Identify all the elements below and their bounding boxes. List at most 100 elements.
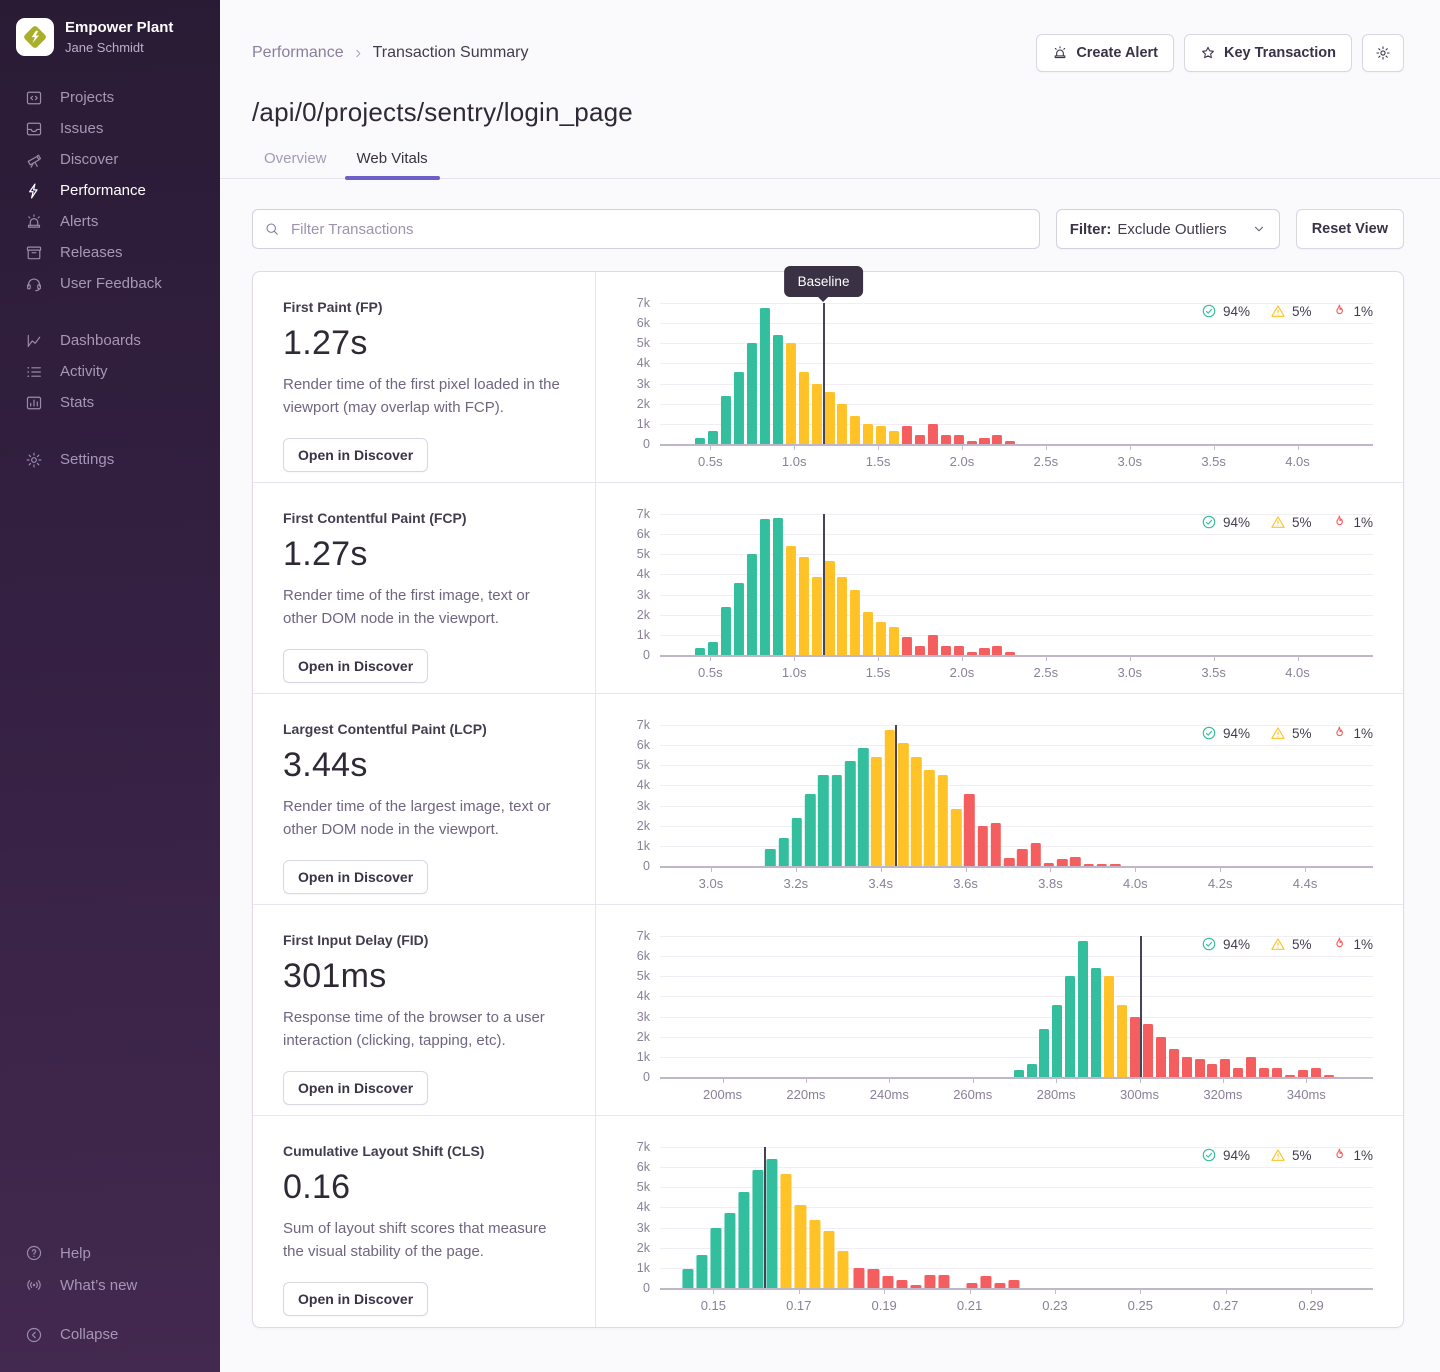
sidebar-item-dashboards[interactable]: Dashboards [0, 325, 220, 356]
y-axis-label: 3k [637, 799, 650, 813]
sidebar-item-label: Discover [60, 151, 118, 168]
histogram-bar [850, 416, 860, 444]
x-axis-label: 3.5s [1201, 665, 1226, 680]
histogram-bar [1044, 863, 1054, 866]
y-axis-label: 5k [637, 547, 650, 561]
gridline [660, 765, 1373, 766]
filter-dropdown[interactable]: Filter: Exclude Outliers [1056, 209, 1280, 249]
reset-view-button[interactable]: Reset View [1296, 209, 1404, 249]
legend-good: 94% [1201, 725, 1250, 741]
histogram-bar [1065, 976, 1075, 1077]
x-axis-line [660, 1288, 1373, 1290]
histogram-bar [954, 435, 964, 444]
histogram-bar [1052, 1005, 1062, 1078]
sidebar-item-issues[interactable]: Issues [0, 113, 220, 144]
sidebar-item-stats[interactable]: Stats [0, 387, 220, 418]
gridline [660, 1017, 1373, 1018]
x-axis-label: 2.0s [950, 454, 975, 469]
histogram-bar [786, 546, 796, 655]
sidebar-item-discover[interactable]: Discover [0, 144, 220, 175]
sidebar-item-settings[interactable]: Settings [0, 444, 220, 475]
key-transaction-button[interactable]: Key Transaction [1184, 34, 1352, 72]
sidebar-item-label: Issues [60, 120, 103, 137]
histogram-bar [708, 642, 718, 655]
tab-overview[interactable]: Overview [252, 145, 339, 178]
performance-icon [25, 182, 43, 200]
histogram-bar [767, 1159, 778, 1288]
histogram-bar [911, 757, 921, 866]
histogram-bar [734, 372, 744, 445]
sidebar-item-activity[interactable]: Activity [0, 356, 220, 387]
sidebar-item-label: Projects [60, 89, 114, 106]
sidebar-item-user-feedback[interactable]: User Feedback [0, 268, 220, 299]
check-circle-icon [1201, 936, 1217, 952]
x-axis-tick [1140, 1289, 1141, 1294]
histogram-plot: 7k6k5k4k3k2k1k03.0s3.2s3.4s3.6s3.8s4.0s4… [660, 725, 1373, 866]
x-axis-tick [962, 445, 963, 450]
open-in-discover-button[interactable]: Open in Discover [283, 860, 428, 894]
histogram-bar [1091, 968, 1101, 1077]
sidebar-item-collapse[interactable]: Collapse [0, 1319, 220, 1350]
gridline [660, 996, 1373, 997]
open-in-discover-button[interactable]: Open in Discover [283, 438, 428, 472]
histogram-bar [809, 1220, 820, 1288]
y-axis-label: 2k [637, 608, 650, 622]
sidebar-item-label: Releases [60, 244, 123, 261]
histogram-bar [896, 1280, 907, 1288]
filter-transactions-input[interactable] [252, 209, 1040, 249]
histogram-bar [979, 438, 989, 444]
vital-info-panel: Largest Contentful Paint (LCP) 3.44s Ren… [253, 694, 596, 904]
check-circle-icon [1201, 303, 1217, 319]
breadcrumb-performance-link[interactable]: Performance [252, 44, 344, 62]
x-axis-tick [878, 445, 879, 450]
open-in-discover-button[interactable]: Open in Discover [283, 649, 428, 683]
x-axis-label: 340ms [1287, 1087, 1326, 1102]
create-alert-button[interactable]: Create Alert [1036, 34, 1174, 72]
x-axis-label: 4.4s [1293, 876, 1318, 891]
sidebar-item-help[interactable]: Help [0, 1237, 220, 1269]
projects-icon [25, 89, 43, 107]
chart-legend: 94% 5% 1% [1201, 936, 1373, 952]
y-axis-label: 7k [637, 718, 650, 732]
transaction-settings-button[interactable] [1362, 34, 1404, 72]
vital-description: Sum of layout shift scores that measure … [283, 1217, 565, 1264]
vital-title: Cumulative Layout Shift (CLS) [283, 1143, 565, 1159]
legend-good: 94% [1201, 514, 1250, 530]
org-switcher[interactable]: Empower Plant Jane Schmidt [0, 16, 220, 56]
sidebar-item-alerts[interactable]: Alerts [0, 206, 220, 237]
breadcrumb-current: Transaction Summary [373, 44, 529, 62]
warning-triangle-icon [1270, 725, 1286, 741]
y-axis-label: 4k [637, 1200, 650, 1214]
y-axis-label: 4k [637, 356, 650, 370]
y-axis-label: 0 [643, 859, 650, 873]
histogram-bar [760, 519, 770, 655]
sidebar-item-releases[interactable]: Releases [0, 237, 220, 268]
open-in-discover-button[interactable]: Open in Discover [283, 1071, 428, 1105]
histogram-bar [799, 372, 809, 445]
discover-icon [25, 151, 43, 169]
help-icon [25, 1244, 43, 1262]
sidebar-item-performance[interactable]: Performance [0, 175, 220, 206]
histogram-bar [824, 392, 834, 444]
legend-meh: 5% [1270, 1147, 1312, 1163]
histogram-bar [1182, 1057, 1192, 1077]
histogram-bar [941, 646, 951, 655]
sidebar-item-projects[interactable]: Projects [0, 82, 220, 113]
histogram-bar [1233, 1068, 1243, 1077]
y-axis-label: 6k [637, 1160, 650, 1174]
vital-value: 1.27s [283, 324, 565, 363]
sidebar-item-what-s-new[interactable]: What’s new [0, 1269, 220, 1301]
tab-web-vitals[interactable]: Web Vitals [345, 145, 440, 178]
y-axis-label: 6k [637, 527, 650, 541]
histogram-bar [1117, 1005, 1127, 1078]
org-logo [16, 18, 54, 56]
gridline [660, 806, 1373, 807]
x-axis-label: 0.15 [701, 1298, 726, 1313]
vital-value: 301ms [283, 957, 565, 996]
legend-good: 94% [1201, 303, 1250, 319]
histogram-bar [1030, 843, 1040, 866]
histogram-bar [721, 396, 731, 444]
stats-icon [25, 394, 43, 412]
histogram-bar [1009, 1280, 1020, 1288]
open-in-discover-button[interactable]: Open in Discover [283, 1282, 428, 1316]
